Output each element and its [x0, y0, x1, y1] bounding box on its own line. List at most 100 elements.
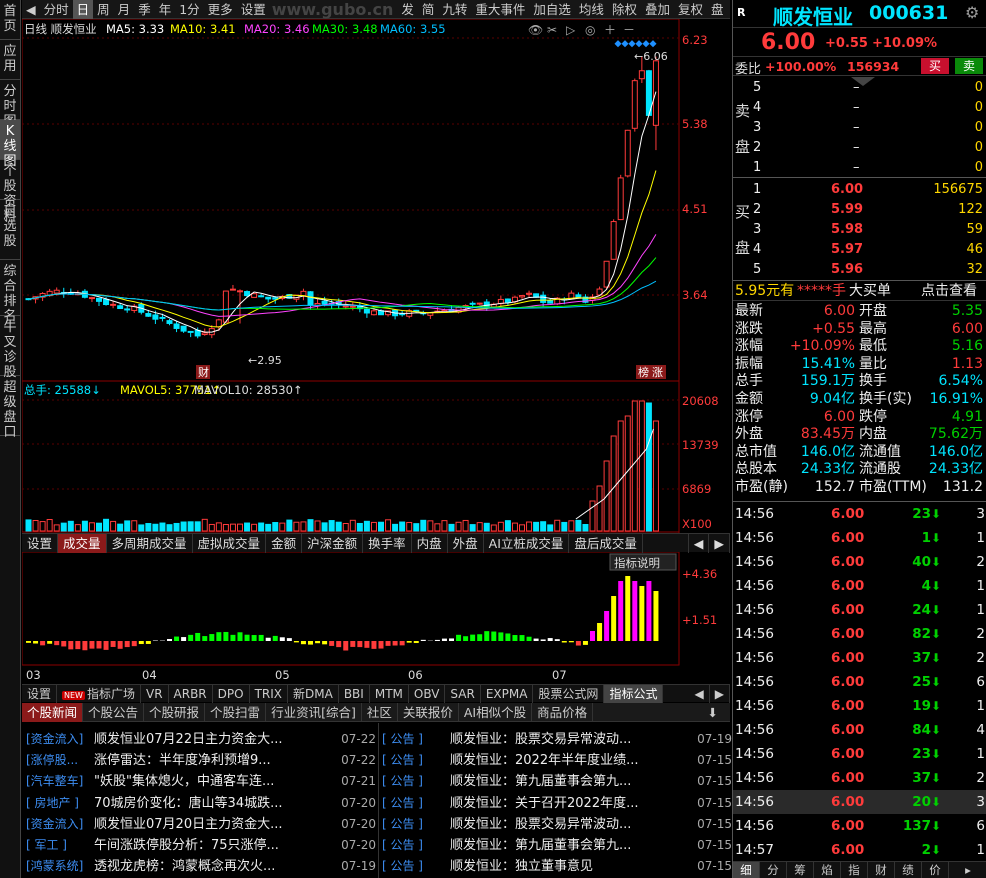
- tool2-0[interactable]: 叠加: [641, 0, 674, 19]
- ind-tab-4[interactable]: 金额: [266, 533, 303, 553]
- news-title[interactable]: 顺发恒业07月22日主力资金大...: [94, 729, 336, 750]
- tool-1[interactable]: 简: [418, 0, 439, 19]
- news-title[interactable]: 透视龙虎榜：鸿蒙概念再次火...: [94, 856, 336, 877]
- news-title[interactable]: 顺发恒业：独立董事意见: [450, 856, 692, 877]
- news-item[interactable]: [ 房地产 ] 70城房价变化：唐山等34城跌... 07-20: [26, 793, 376, 814]
- ind-tab-2[interactable]: 多周期成交量: [107, 533, 193, 553]
- leftbar-item-2[interactable]: 分时图: [0, 80, 20, 129]
- period-5[interactable]: 年: [155, 0, 176, 19]
- quote-tab-7[interactable]: 价: [922, 862, 949, 878]
- news-tab-8[interactable]: 商品价格: [532, 702, 594, 722]
- next-icon[interactable]: ▶: [710, 684, 730, 703]
- formula-tab-3[interactable]: ARBR: [169, 684, 213, 703]
- formula-tab-10[interactable]: SAR: [445, 684, 481, 703]
- period-1[interactable]: 日: [72, 0, 94, 19]
- kline-chart[interactable]: 日线 顺发恒业 MA5: 3.33 MA10: 3.41 MA20: 3.46 MA30…: [22, 19, 730, 685]
- quote-tab-3[interactable]: 焰: [814, 862, 841, 878]
- formula-tab-13[interactable]: 指标公式: [604, 684, 664, 703]
- formula-tab-0[interactable]: 设置: [22, 684, 58, 703]
- formula-tab-4[interactable]: DPO: [213, 684, 250, 703]
- period-6[interactable]: 1分: [175, 0, 203, 19]
- ind-tab-0[interactable]: 设置: [22, 533, 59, 553]
- quote-tab-2[interactable]: 筹: [787, 862, 814, 878]
- period-4[interactable]: 季: [134, 0, 155, 19]
- more-icon[interactable]: ▸: [949, 862, 986, 878]
- formula-tab-8[interactable]: MTM: [370, 684, 409, 703]
- news-item[interactable]: [ 公告 ] 顺发恒业：独立董事意见 07-15: [382, 856, 732, 877]
- download-icon[interactable]: ⬇: [696, 703, 730, 722]
- leftbar-item-5[interactable]: 自选股: [0, 200, 20, 260]
- news-item[interactable]: [资金流入] 顺发恒业07月22日主力资金大... 07-22: [26, 729, 376, 750]
- quote-tab-1[interactable]: 分: [760, 862, 787, 878]
- news-item[interactable]: [ 公告 ] 顺发恒业：第九届董事会第九... 07-15: [382, 835, 732, 856]
- period-8[interactable]: 设置: [237, 0, 270, 19]
- buy-button[interactable]: 买: [921, 58, 949, 74]
- news-item[interactable]: [ 公告 ] 顺发恒业：2022年半年度业绩... 07-15: [382, 750, 732, 771]
- quote-tab-6[interactable]: 绩: [895, 862, 922, 878]
- period-2[interactable]: 周: [93, 0, 114, 19]
- ind-tab-3[interactable]: 虚拟成交量: [193, 533, 267, 553]
- news-item[interactable]: [涨停股... 涨停雷达：半年度净利预增9... 07-22: [26, 750, 376, 771]
- leftbar-item-6[interactable]: 综合排名: [0, 260, 20, 324]
- gear-icon[interactable]: ⚙: [965, 3, 979, 22]
- news-item[interactable]: [ 军工 ] 午间涨跌停股分析：75只涨停... 07-20: [26, 835, 376, 856]
- news-title[interactable]: "妖股"集体熄火，中通客车连...: [94, 771, 336, 792]
- news-tab-7[interactable]: AI相似个股: [459, 702, 533, 722]
- news-item[interactable]: [资金流入] 顺发恒业07月20日主力资金大... 07-20: [26, 814, 376, 835]
- formula-tab-11[interactable]: EXPMA: [481, 684, 534, 703]
- tool-0[interactable]: 发: [397, 0, 418, 19]
- leftbar-item-3[interactable]: K线图: [0, 120, 20, 169]
- tool-6[interactable]: 除权: [608, 0, 641, 19]
- nav-left-arrow-icon[interactable]: ◀: [22, 0, 40, 19]
- ind-tab-1[interactable]: 成交量: [58, 533, 107, 553]
- prev-icon[interactable]: ◀: [690, 684, 710, 703]
- news-title[interactable]: 顺发恒业：股票交易异常波动...: [450, 814, 692, 835]
- news-title[interactable]: 顺发恒业：第九届董事会第九...: [450, 771, 692, 792]
- news-tab-4[interactable]: 行业资讯[综合]: [266, 702, 362, 722]
- news-tab-5[interactable]: 社区: [362, 702, 398, 722]
- tool-3[interactable]: 重大事件: [471, 0, 529, 19]
- news-tab-1[interactable]: 个股公告: [83, 702, 145, 722]
- quote-tab-4[interactable]: 指: [841, 862, 868, 878]
- news-item[interactable]: [ 公告 ] 顺发恒业：股票交易异常波动... 07-15: [382, 814, 732, 835]
- formula-tab-6[interactable]: 新DMA: [288, 684, 339, 703]
- news-title[interactable]: 顺发恒业07月20日主力资金大...: [94, 814, 336, 835]
- tool2-2[interactable]: 盘: [707, 0, 728, 19]
- period-7[interactable]: 更多: [204, 0, 237, 19]
- period-3[interactable]: 月: [114, 0, 135, 19]
- ind-tab-6[interactable]: 换手率: [363, 533, 412, 553]
- news-tab-2[interactable]: 个股研报: [144, 702, 206, 722]
- news-title[interactable]: 涨停雷达：半年度净利预增9...: [94, 750, 336, 771]
- news-tab-0[interactable]: 个股新闻: [22, 702, 84, 722]
- leftbar-item-7[interactable]: 牛叉诊股: [0, 316, 20, 380]
- ind-tab-8[interactable]: 外盘: [448, 533, 484, 553]
- news-title[interactable]: 顺发恒业：第九届董事会第九...: [450, 835, 692, 856]
- quote-tab-0[interactable]: 细: [733, 862, 760, 878]
- ind-tab-5[interactable]: 沪深金额: [302, 533, 364, 553]
- quote-tab-5[interactable]: 财: [868, 862, 895, 878]
- prev-icon[interactable]: ◀: [687, 533, 710, 553]
- leftbar-item-1[interactable]: 应用: [0, 40, 20, 80]
- formula-tab-12[interactable]: 股票公式网: [533, 684, 605, 703]
- period-0[interactable]: 分时: [40, 0, 73, 19]
- leftbar-item-4[interactable]: 个股资料: [0, 160, 20, 224]
- ind-tab-9[interactable]: AI立桩成交量: [484, 533, 570, 553]
- tool2-1[interactable]: 复权: [674, 0, 707, 19]
- leftbar-item-8[interactable]: 超级盘口: [0, 376, 20, 440]
- formula-tab-5[interactable]: TRIX: [250, 684, 289, 703]
- big-order-link[interactable]: 点击查看: [921, 282, 977, 301]
- news-item[interactable]: [ 公告 ] 顺发恒业：关于召开2022年度... 07-15: [382, 793, 732, 814]
- news-tab-3[interactable]: 个股扫雷: [205, 702, 267, 722]
- news-title[interactable]: 顺发恒业：股票交易异常波动...: [450, 729, 692, 750]
- news-item[interactable]: [ 公告 ] 顺发恒业：第九届董事会第九... 07-15: [382, 771, 732, 792]
- formula-tab-7[interactable]: BBI: [339, 684, 370, 703]
- tool-4[interactable]: 加自选: [529, 0, 575, 19]
- formula-tab-2[interactable]: VR: [141, 684, 169, 703]
- news-title[interactable]: 顺发恒业：关于召开2022年度...: [450, 793, 692, 814]
- leftbar-item-0[interactable]: 首页: [0, 0, 20, 40]
- ind-tab-7[interactable]: 内盘: [412, 533, 448, 553]
- tool-5[interactable]: 均线: [575, 0, 608, 19]
- news-item[interactable]: [ 公告 ] 顺发恒业：股票交易异常波动... 07-19: [382, 729, 732, 750]
- news-tab-6[interactable]: 关联报价: [398, 702, 459, 722]
- news-title[interactable]: 午间涨跌停股分析：75只涨停...: [94, 835, 336, 856]
